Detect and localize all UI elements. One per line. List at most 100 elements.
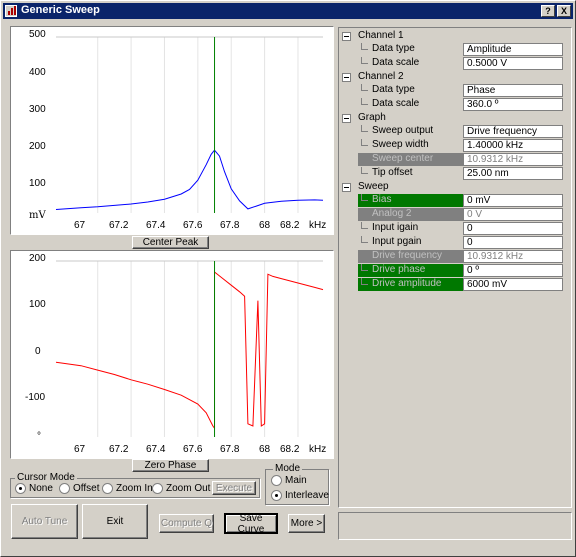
plot-area xyxy=(56,261,323,437)
radio-dot-icon xyxy=(271,475,282,486)
tree-value-field[interactable]: Phase xyxy=(463,84,563,97)
tree-value-field[interactable]: 0 xyxy=(463,236,563,249)
tree-branch-icon xyxy=(361,222,368,229)
tree-value-field[interactable]: 1.40000 kHz xyxy=(463,139,563,152)
tree-value-field[interactable]: 360.0 º xyxy=(463,98,563,111)
tree-row-sweep-output[interactable]: Sweep output Drive frequency xyxy=(339,125,571,138)
collapse-icon[interactable] xyxy=(342,73,351,82)
center-peak-button[interactable]: Center Peak xyxy=(132,236,209,249)
help-button[interactable]: ? xyxy=(541,5,555,17)
tree-row-label: Drive phase xyxy=(372,264,426,275)
tree-row-label: Drive frequency xyxy=(372,250,443,261)
mode-interleave-radio[interactable]: Interleave xyxy=(271,490,329,501)
tree-value-field[interactable]: 0.5000 V xyxy=(463,57,563,70)
parameter-tree[interactable]: Channel 1 Data type Amplitude Data scale 0… xyxy=(338,27,572,508)
radio-dot-icon xyxy=(59,483,70,494)
mode-main-radio[interactable]: Main xyxy=(271,475,307,486)
tree-graph-header[interactable]: Graph xyxy=(339,112,571,125)
tree-row-sweep-center[interactable]: Sweep center 10.9312 kHz xyxy=(339,153,571,166)
x-tick-label: 68.2 xyxy=(280,444,300,455)
tree-row-drive-amplitude[interactable]: Drive amplitude 6000 mV xyxy=(339,278,571,291)
tree-row-label: Input pgain xyxy=(372,236,422,247)
more-button[interactable]: More > xyxy=(288,514,325,533)
x-tick-label: 67.8 xyxy=(220,220,240,231)
tree-row-input-pgain[interactable]: Input pgain 0 xyxy=(339,236,571,249)
tree-row-drive-phase[interactable]: Drive phase 0 º xyxy=(339,264,571,277)
collapse-icon[interactable] xyxy=(342,32,351,41)
x-tick-label: 67.2 xyxy=(109,444,129,455)
window-title: Generic Sweep xyxy=(21,4,100,16)
tree-row-drive-frequency[interactable]: Drive frequency 10.9312 kHz xyxy=(339,250,571,263)
phase-plot[interactable] xyxy=(11,251,333,458)
tree-branch-icon xyxy=(361,278,368,285)
tree-group-label: Channel 2 xyxy=(358,71,404,82)
collapse-icon[interactable] xyxy=(342,183,351,192)
radio-dot-icon xyxy=(152,483,163,494)
tree-value-field: 10.9312 kHz xyxy=(463,153,563,166)
compute-q-button[interactable]: Compute Q xyxy=(159,514,214,533)
tree-row-label: Tip offset xyxy=(372,167,413,178)
tree-channel2-header[interactable]: Channel 2 xyxy=(339,71,571,84)
tree-row-label: Sweep output xyxy=(372,125,434,136)
tree-value-field[interactable]: 6000 mV xyxy=(463,278,563,291)
plot-area xyxy=(56,37,323,213)
tree-sweep-header[interactable]: Sweep xyxy=(339,181,571,194)
tree-value-field[interactable]: 0 xyxy=(463,222,563,235)
tree-row-bias[interactable]: Bias 0 mV xyxy=(339,194,571,207)
generic-sweep-window: Generic Sweep ? X 500 400 300 200 100 mV… xyxy=(0,0,576,557)
x-tick-label: 67.6 xyxy=(183,444,203,455)
save-curve-button[interactable]: Save Curve xyxy=(224,513,278,535)
title-bar[interactable]: Generic Sweep ? X xyxy=(3,3,573,19)
tree-row-label: Data type xyxy=(372,43,415,54)
cursor-mode-offset-radio[interactable]: Offset xyxy=(59,483,100,494)
app-icon xyxy=(5,5,17,17)
amplitude-plot[interactable] xyxy=(11,27,333,234)
tree-row-sweep-width[interactable]: Sweep width 1.40000 kHz xyxy=(339,139,571,152)
zero-phase-button[interactable]: Zero Phase xyxy=(132,459,209,472)
tree-branch-icon xyxy=(361,84,368,91)
tree-branch-icon xyxy=(361,57,368,64)
cursor-mode-zoom-in-radio[interactable]: Zoom In xyxy=(102,483,153,494)
tree-branch-icon xyxy=(361,208,368,215)
tree-value-field[interactable]: Amplitude xyxy=(463,43,563,56)
x-tick-label: 68 xyxy=(259,220,271,231)
tree-row-label: Input igain xyxy=(372,222,419,233)
close-button[interactable]: X xyxy=(557,5,571,17)
tree-value-field[interactable]: 25.00 nm xyxy=(463,167,563,180)
tree-row-ch2-data-type[interactable]: Data type Phase xyxy=(339,84,571,97)
tree-branch-icon xyxy=(361,43,368,50)
tree-value-field: 10.9312 kHz xyxy=(463,250,563,263)
tree-branch-icon xyxy=(361,167,368,174)
collapse-icon[interactable] xyxy=(342,114,351,123)
auto-tune-button[interactable]: Auto Tune xyxy=(11,504,78,539)
tree-row-input-igain[interactable]: Input igain 0 xyxy=(339,222,571,235)
tree-group-label: Graph xyxy=(358,112,386,123)
x-tick-label: 67.4 xyxy=(146,220,166,231)
tree-row-ch1-data-type[interactable]: Data type Amplitude xyxy=(339,43,571,56)
tree-branch-icon xyxy=(361,264,368,271)
tree-row-tip-offset[interactable]: Tip offset 25.00 nm xyxy=(339,167,571,180)
cursor-mode-label: Cursor Mode xyxy=(15,472,77,483)
tree-row-ch2-data-scale[interactable]: Data scale 360.0 º xyxy=(339,98,571,111)
tree-value-field[interactable]: 0 º xyxy=(463,264,563,277)
tree-value-field[interactable]: 0 mV xyxy=(463,194,563,207)
amplitude-graph-panel[interactable]: 500 400 300 200 100 mV 67 67.2 67.4 67.6… xyxy=(10,26,334,235)
radio-label: None xyxy=(29,483,53,494)
tree-value-field[interactable]: Drive frequency xyxy=(463,125,563,138)
tree-channel1-header[interactable]: Channel 1 xyxy=(339,30,571,43)
phase-graph-panel[interactable]: 200 100 0 -100 ° 67 67.2 67.4 67.6 67.8 … xyxy=(10,250,334,459)
radio-label: Main xyxy=(285,475,307,486)
tree-value-field: 0 V xyxy=(463,208,563,221)
tree-row-analog2[interactable]: Analog 2 0 V xyxy=(339,208,571,221)
tree-group-label: Sweep xyxy=(358,181,389,192)
tree-row-label: Data scale xyxy=(372,57,420,68)
cursor-mode-zoom-out-radio[interactable]: Zoom Out xyxy=(152,483,210,494)
tree-branch-icon xyxy=(361,98,368,105)
exit-button[interactable]: Exit xyxy=(82,504,148,539)
x-tick-label: 68.2 xyxy=(280,220,300,231)
radio-label: Zoom Out xyxy=(166,483,211,494)
execute-button[interactable]: Execute xyxy=(212,481,256,495)
tree-row-ch1-data-scale[interactable]: Data scale 0.5000 V xyxy=(339,57,571,70)
cursor-mode-none-radio[interactable]: None xyxy=(15,483,53,494)
tree-branch-icon xyxy=(361,236,368,243)
